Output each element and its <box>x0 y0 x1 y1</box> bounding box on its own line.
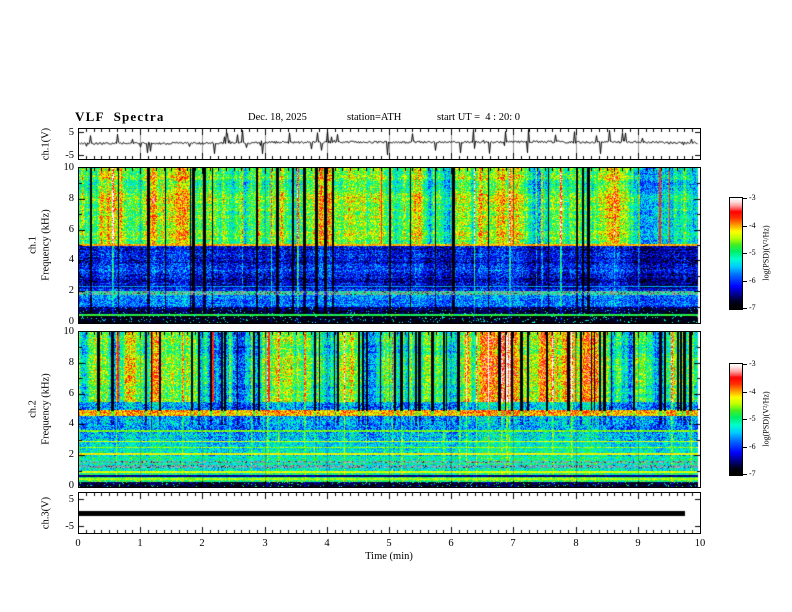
ch2-colorbar-tick <box>743 364 747 365</box>
ch2-colorbar-tick-label: -7 <box>749 469 756 478</box>
x-tick-label: 5 <box>386 538 392 549</box>
ch1-spectrogram-ytick-label: 8 <box>68 193 74 204</box>
ch1-colorbar-tick <box>743 308 747 309</box>
ch1-spectrogram-ytick-label: 2 <box>68 285 74 296</box>
ch2-spectrogram-ytick-label: 4 <box>68 418 74 429</box>
ch3-voltage-ylabel: ch.3(V) <box>40 496 52 530</box>
ch2-frequency-axis-label: Frequency (kHz) <box>40 373 51 445</box>
panel-ch1-voltage <box>78 128 701 160</box>
ch2-colorbar <box>729 363 743 476</box>
ch2-spectrogram-ytick-label: 6 <box>68 388 74 399</box>
x-tick-label: 4 <box>324 538 330 549</box>
figure-title: VLF Spectra <box>75 109 165 124</box>
panel-ch3-voltage <box>78 492 701 534</box>
ch2-spectrogram-ytick-label: 8 <box>68 357 74 368</box>
x-tick-label: 0 <box>75 538 81 549</box>
ch1-colorbar-gradient <box>730 198 742 309</box>
ch2-spectrogram-ytick-label: 0 <box>68 480 74 491</box>
vlf-spectra-figure: VLF Spectra Dec. 18, 2025 station=ATH st… <box>0 0 792 612</box>
ch1-colorbar-tick-label: -6 <box>749 276 756 285</box>
x-tick-label: 10 <box>694 538 706 549</box>
ch2-colorbar-tick <box>743 392 747 393</box>
ch1-spectrogram-ylabel: ch.1 Frequency (kHz) <box>27 209 52 280</box>
ch3-voltage-ytick-bottom: -5 <box>65 521 74 532</box>
ch1-colorbar-tick-label: -5 <box>749 248 756 257</box>
ch1-spectrogram-ytick-label: 10 <box>63 162 75 173</box>
x-tick-label: 3 <box>262 538 268 549</box>
ch1-colorbar-tick-label: -7 <box>749 303 756 312</box>
ch2-colorbar-tick-label: -4 <box>749 387 756 396</box>
ch1-spectrogram-ytick-label: 4 <box>68 254 74 265</box>
figure-date: Dec. 18, 2025 <box>248 112 307 123</box>
ch2-spectrogram-ytick-label: 2 <box>68 449 74 460</box>
ch1-colorbar <box>729 197 743 310</box>
ch2-spectrogram-canvas <box>79 332 700 487</box>
x-axis-title: Time (min) <box>365 551 413 562</box>
ch2-channel-label: ch.2 <box>27 400 39 418</box>
ch3-voltage-ytick-top: 5 <box>68 494 74 505</box>
ch1-colorbar-tick <box>743 226 747 227</box>
x-tick-label: 9 <box>635 538 641 549</box>
ch1-voltage-ylabel: ch.1(V) <box>40 127 52 161</box>
ch2-colorbar-tick-label: -6 <box>749 442 756 451</box>
ch2-colorbar-tick <box>743 474 747 475</box>
ch1-voltage-ytick-top: 5 <box>68 127 74 138</box>
ch1-channel-label: ch.1 <box>27 236 39 254</box>
panel-ch1-spectrogram <box>78 167 701 324</box>
ch2-colorbar-tick-label: -5 <box>749 414 756 423</box>
ch1-voltage-canvas <box>79 129 700 159</box>
figure-start-ut: start UT = 4 : 20: 0 <box>437 112 521 123</box>
ch2-spectrogram-ylabel: ch.2 Frequency (kHz) <box>27 373 52 444</box>
x-tick-label: 8 <box>573 538 579 549</box>
ch2-colorbar-tick-label: -3 <box>749 359 756 368</box>
x-tick-label: 7 <box>510 538 516 549</box>
x-tick-label: 6 <box>448 538 454 549</box>
ch2-colorbar-gradient <box>730 364 742 475</box>
ch3-voltage-canvas <box>79 493 700 533</box>
ch1-colorbar-tick-label: -3 <box>749 193 756 202</box>
ch1-spectrogram-ytick-label: 6 <box>68 224 74 235</box>
ch1-colorbar-tick-label: -4 <box>749 221 756 230</box>
ch1-spectrogram-canvas <box>79 168 700 323</box>
ch2-colorbar-tick <box>743 447 747 448</box>
ch2-colorbar-tick <box>743 419 747 420</box>
panel-ch2-spectrogram <box>78 331 701 488</box>
ch1-colorbar-tick <box>743 281 747 282</box>
figure-station: station=ATH <box>347 112 402 123</box>
ch1-frequency-axis-label: Frequency (kHz) <box>40 209 51 281</box>
ch1-colorbar-tick <box>743 253 747 254</box>
x-tick-label: 2 <box>199 538 205 549</box>
ch2-spectrogram-ytick-label: 10 <box>63 326 75 337</box>
ch1-colorbar-tick <box>743 198 747 199</box>
x-tick-label: 1 <box>137 538 143 549</box>
